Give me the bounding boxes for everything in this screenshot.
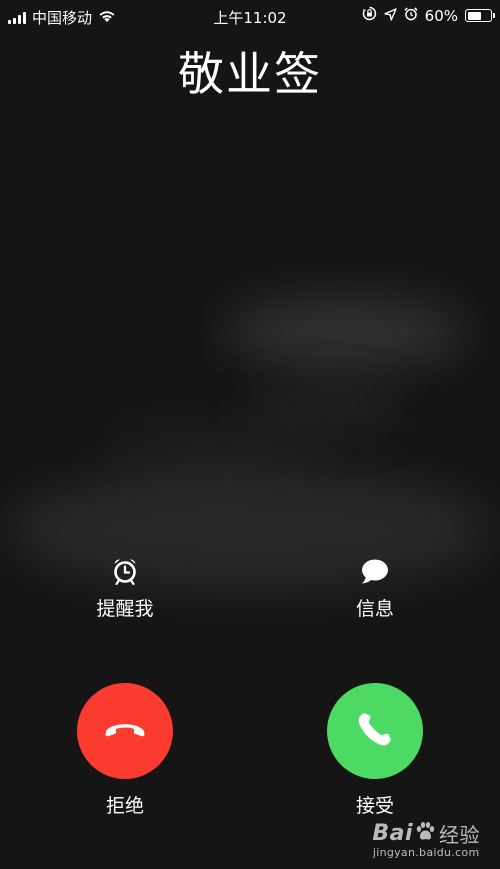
remind-me-label: 提醒我 xyxy=(96,598,154,620)
blurred-background-shape xyxy=(250,390,400,430)
message-label: 信息 xyxy=(355,598,394,620)
status-bar: 中国移动 上午11:02 60% xyxy=(0,0,500,32)
paw-icon xyxy=(415,821,435,847)
decline-button[interactable]: 拒绝 xyxy=(65,683,185,818)
accept-circle[interactable] xyxy=(327,683,423,779)
remind-me-button[interactable]: 提醒我 xyxy=(65,556,185,621)
message-bubble-icon xyxy=(360,556,390,586)
incoming-call-screen: 中国移动 上午11:02 60% 敬业签 提醒我 信息 拒绝 接受 Bai 经验… xyxy=(0,0,500,869)
phone-icon xyxy=(355,709,395,753)
decline-label: 拒绝 xyxy=(105,795,144,817)
watermark-logo: Bai 经验 xyxy=(372,819,480,848)
battery-percent: 60% xyxy=(424,6,458,25)
orientation-lock-icon xyxy=(362,6,377,25)
accept-button[interactable]: 接受 xyxy=(315,683,435,818)
alarm-icon xyxy=(404,6,418,25)
battery-nub xyxy=(493,13,495,18)
caller-name: 敬业签 xyxy=(178,47,322,101)
alarm-clock-icon xyxy=(110,556,140,586)
blurred-background-shape xyxy=(100,420,320,480)
baidu-jingyan-watermark: Bai 经验 jingyan.baidu.com xyxy=(372,819,480,859)
battery-icon xyxy=(465,9,495,22)
battery-fill xyxy=(467,11,481,20)
blurred-background-shape xyxy=(225,295,465,370)
accept-label: 接受 xyxy=(355,795,394,817)
message-button[interactable]: 信息 xyxy=(315,556,435,621)
watermark-brand-suffix: 经验 xyxy=(439,823,480,847)
hang-up-icon xyxy=(103,719,147,743)
decline-circle[interactable] xyxy=(77,683,173,779)
location-icon xyxy=(383,7,397,25)
watermark-url: jingyan.baidu.com xyxy=(372,846,480,859)
status-bar-right: 60% xyxy=(362,6,495,25)
watermark-brand-prefix: Bai xyxy=(372,821,413,846)
